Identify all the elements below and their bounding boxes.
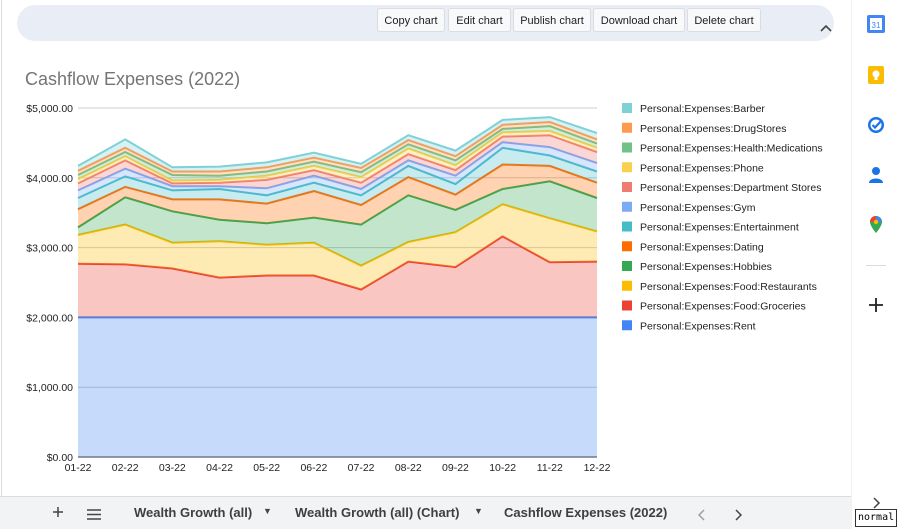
y-tick-label: $1,000.00 <box>26 382 73 394</box>
legend-entry[interactable]: Personal:Expenses:Food:Restaurants <box>622 280 817 293</box>
legend-label: Personal:Expenses:Department Stores <box>640 182 822 194</box>
y-tick-label: $4,000.00 <box>26 173 73 185</box>
chart-container[interactable]: Cashflow Expenses (2022) $0.00 $1,000.00 $… <box>4 48 850 488</box>
legend-swatch <box>622 221 632 232</box>
x-tick-label: 10-22 <box>489 462 516 474</box>
google-maps-icon[interactable] <box>866 215 886 235</box>
x-tick-label: 07-22 <box>348 462 375 474</box>
legend-entry[interactable]: Personal:Expenses:Dating <box>622 241 764 253</box>
x-tick-label: 01-22 <box>65 462 92 474</box>
chart-areas <box>77 116 598 457</box>
chevron-left-icon[interactable] <box>697 508 706 526</box>
series-area[interactable] <box>78 317 597 457</box>
chart-title: Cashflow Expenses (2022) <box>25 69 240 89</box>
plus-icon[interactable] <box>52 505 64 523</box>
legend-entry[interactable]: Personal:Expenses:Rent <box>622 320 756 332</box>
x-tick-label: 02-22 <box>112 462 139 474</box>
tab-cashflow-expenses-2022[interactable]: Cashflow Expenses (2022) <box>504 505 667 520</box>
legend-label: Personal:Expenses:Phone <box>640 162 764 174</box>
google-calendar-icon[interactable]: 31 <box>866 14 886 34</box>
legend-entry[interactable]: Personal:Expenses:Health:Medications <box>622 142 823 155</box>
side-panel: 31 <box>851 0 899 529</box>
tab-dropdown-caret-icon[interactable]: ▼ <box>474 506 483 516</box>
x-tick-label: 04-22 <box>206 462 233 474</box>
legend-entry[interactable]: Personal:Expenses:Food:Groceries <box>622 300 806 313</box>
x-tick-label: 05-22 <box>253 462 280 474</box>
legend-label: Personal:Expenses:Barber <box>640 103 765 115</box>
publish-chart-button[interactable]: Publish chart <box>513 8 591 32</box>
x-tick-label: 08-22 <box>395 462 422 474</box>
legend-entry[interactable]: Personal:Expenses:Gym <box>622 201 756 214</box>
legend-label: Personal:Expenses:Hobbies <box>640 261 772 273</box>
x-tick-label: 09-22 <box>442 462 469 474</box>
google-keep-icon[interactable] <box>866 65 886 85</box>
legend-swatch <box>622 241 632 252</box>
google-tasks-icon[interactable] <box>866 115 886 135</box>
chevron-up-icon[interactable] <box>820 21 832 35</box>
legend-swatch <box>622 261 632 271</box>
legend-entry[interactable]: Personal:Expenses:Phone <box>622 162 764 174</box>
legend-label: Personal:Expenses:DrugStores <box>640 123 787 135</box>
tab-dropdown-caret-icon[interactable]: ▼ <box>263 506 272 516</box>
x-tick-label: 12-22 <box>584 462 611 474</box>
legend-swatch <box>622 201 632 212</box>
tab-wealth-growth-all-chart[interactable]: Wealth Growth (all) (Chart) <box>295 505 459 520</box>
copy-chart-button[interactable]: Copy chart <box>377 8 445 32</box>
chart-toolbar: Copy chart Edit chart Publish chart Down… <box>17 5 834 41</box>
legend-swatch <box>622 320 632 331</box>
legend-label: Personal:Expenses:Gym <box>640 202 756 214</box>
sheets-main-area: Copy chart Edit chart Publish chart Down… <box>0 0 851 529</box>
legend-label: Personal:Expenses:Food:Groceries <box>640 301 806 313</box>
legend-swatch <box>622 300 632 311</box>
legend-label: Personal:Expenses:Dating <box>640 241 764 253</box>
svg-text:31: 31 <box>872 21 881 30</box>
x-axis-ticks: 01-22 02-22 03-22 04-22 05-22 06-22 07-22 08-22… <box>65 462 611 474</box>
mode-badge: normal <box>855 509 898 527</box>
y-axis-ticks: $0.00$1,000.00$2,000.00$3,000.00$4,000.0… <box>26 103 73 464</box>
tab-wealth-growth-all[interactable]: Wealth Growth (all) <box>134 505 252 520</box>
legend-label: Personal:Expenses:Health:Medications <box>640 143 823 155</box>
y-tick-label: $5,000.00 <box>26 103 73 115</box>
legend-swatch <box>622 122 632 133</box>
legend-entry[interactable]: Personal:Expenses:Hobbies <box>622 261 772 273</box>
y-tick-label: $2,000.00 <box>26 312 73 324</box>
legend-label: Personal:Expenses:Food:Restaurants <box>640 281 817 293</box>
edit-chart-button[interactable]: Edit chart <box>448 8 511 32</box>
legend-entry[interactable]: Personal:Expenses:Barber <box>622 103 765 115</box>
legend-swatch <box>622 103 632 113</box>
legend-entry[interactable]: Personal:Expenses:Entertainment <box>622 221 799 234</box>
google-contacts-icon[interactable] <box>866 165 886 185</box>
legend-swatch <box>622 280 632 291</box>
download-chart-button[interactable]: Download chart <box>593 8 685 32</box>
left-border <box>1 0 2 496</box>
side-divider <box>866 265 886 266</box>
chart-legend: Personal:Expenses:Barber Personal:Expense… <box>622 103 823 332</box>
legend-swatch <box>622 182 632 192</box>
y-tick-label: $3,000.00 <box>26 243 73 255</box>
chevron-right-icon[interactable] <box>734 508 743 526</box>
hamburger-menu-icon[interactable] <box>87 507 101 525</box>
x-tick-label: 06-22 <box>300 462 327 474</box>
x-tick-label: 11-22 <box>537 462 563 474</box>
delete-chart-button[interactable]: Delete chart <box>687 8 761 32</box>
legend-swatch <box>622 142 632 153</box>
x-tick-label: 03-22 <box>159 462 186 474</box>
legend-swatch <box>622 162 632 173</box>
legend-entry[interactable]: Personal:Expenses:Department Stores <box>622 182 822 194</box>
legend-label: Personal:Expenses:Rent <box>640 320 756 332</box>
sheet-tab-bar: Wealth Growth (all) ▼ Wealth Growth (all… <box>0 496 851 529</box>
add-plus-icon[interactable] <box>866 295 886 315</box>
cashflow-chart: Cashflow Expenses (2022) $0.00$1,000.00$… <box>25 69 823 474</box>
legend-label: Personal:Expenses:Entertainment <box>640 222 799 234</box>
legend-entry[interactable]: Personal:Expenses:DrugStores <box>622 122 787 135</box>
